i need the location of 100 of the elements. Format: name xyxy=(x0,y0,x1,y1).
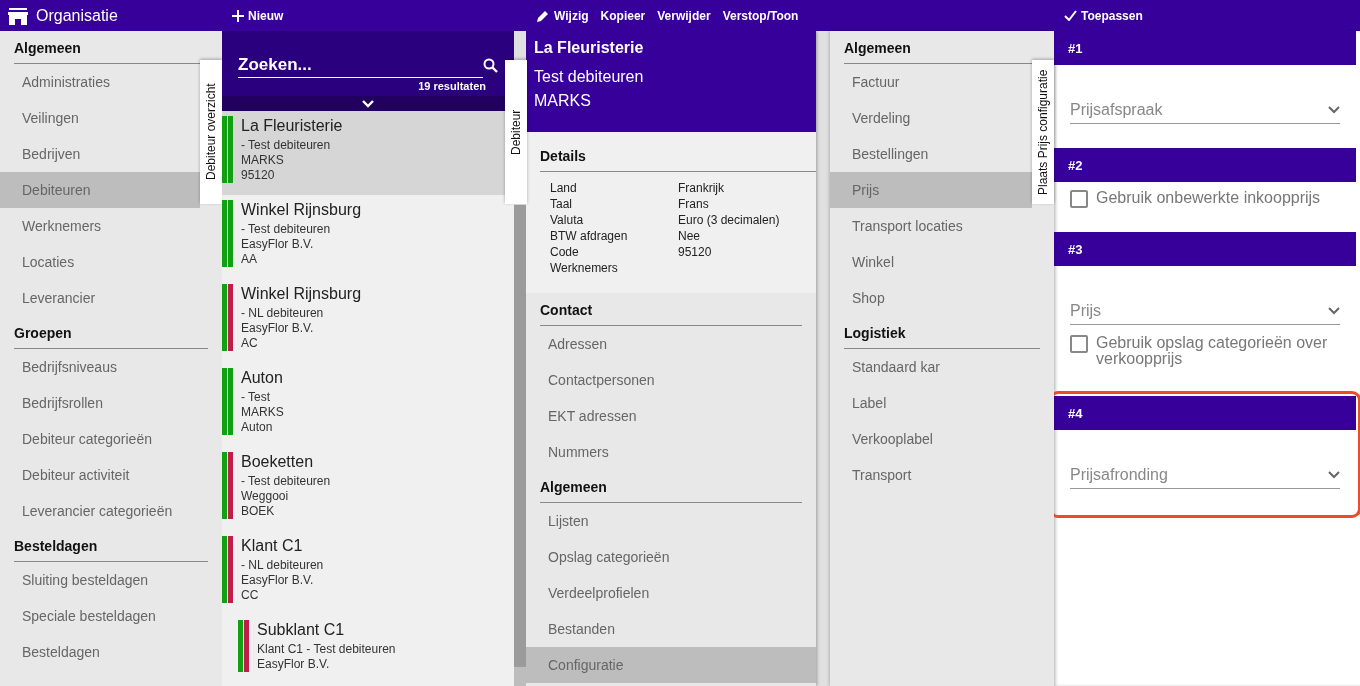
nav-item[interactable]: Configuratie xyxy=(526,647,816,683)
check-icon xyxy=(1064,10,1077,21)
debtor-item[interactable]: Winkel Rijnsburg - Test debiteuren EasyFlor B.V. AA xyxy=(222,195,505,279)
field-value: Euro (3 decimalen) xyxy=(678,212,781,228)
debtor-item[interactable]: Boeketten - Test debiteuren Weggooi BOEK xyxy=(222,447,505,531)
debtor-detail: EasyFlor B.V. xyxy=(241,321,315,336)
chevron-down-icon[interactable] xyxy=(362,99,374,108)
store-icon xyxy=(8,6,28,25)
nav-item[interactable]: Leverancier xyxy=(0,280,200,316)
nav-item[interactable]: Werknemers xyxy=(0,208,200,244)
nav-item[interactable]: Leverancier categorieën xyxy=(0,493,200,529)
nav-item[interactable]: Transport locaties xyxy=(830,208,1032,244)
nav-item[interactable]: Bestellingen xyxy=(830,136,1032,172)
nav-item[interactable]: Shop xyxy=(830,280,1032,316)
section-heading: Groepen xyxy=(14,316,208,349)
checkbox-label: Gebruik onbewerkte inkoopprijs xyxy=(1096,190,1321,206)
section-heading: Logistiek xyxy=(844,316,1040,349)
field-label: Land xyxy=(550,180,578,196)
section-heading: Algemeen xyxy=(540,470,802,503)
nav-item[interactable]: Verdeling xyxy=(830,100,1032,136)
debtor-detail: MARKS xyxy=(241,153,285,168)
field-label: BTW afdragen xyxy=(550,228,629,244)
search-bar[interactable]: Zoeken... 19 resultaten xyxy=(222,31,514,96)
side-tab[interactable]: Debiteur overzicht xyxy=(200,60,222,204)
nav-item[interactable]: Bedrijfsrollen xyxy=(0,385,200,421)
select-field[interactable]: Prijsafspraak xyxy=(1070,97,1340,124)
nav-item[interactable]: Bedrijven xyxy=(0,136,200,172)
toolbar-button[interactable]: Toepassen xyxy=(1064,8,1143,23)
toolbar-button[interactable]: Verwijder xyxy=(657,8,711,23)
nav-item[interactable]: Nummers xyxy=(526,434,816,470)
debtor-name: Auton xyxy=(241,368,284,388)
nav-item[interactable]: Factuur xyxy=(830,64,1032,100)
toolbar-button[interactable]: Kopieer xyxy=(600,8,646,23)
nav-item[interactable]: Bestanden xyxy=(526,611,816,647)
field-value: Frankrijk xyxy=(678,180,725,196)
detail-subtitle: MARKS xyxy=(534,91,592,111)
nav-item[interactable]: Contactpersonen xyxy=(526,362,816,398)
detail-title: La Fleuristerie xyxy=(534,39,645,57)
select-field[interactable]: Prijs xyxy=(1070,298,1340,325)
debtor-detail: Weggooi xyxy=(241,489,290,504)
debtor-item[interactable]: Winkel Rijnsburg - NL debiteuren EasyFlor B.V. AC xyxy=(222,279,505,363)
nav-item[interactable]: Administraties xyxy=(0,64,200,100)
nav-item[interactable]: Debiteur categorieën xyxy=(0,421,200,457)
debtor-item[interactable]: Klant C1 - NL debiteuren EasyFlor B.V. CC xyxy=(222,531,505,615)
nav-item[interactable]: Transport xyxy=(830,457,1032,493)
side-tab[interactable]: Plaats Prijs configuratie xyxy=(1032,60,1054,204)
nav-item[interactable]: Opslag categorieën xyxy=(526,539,816,575)
nav-item[interactable]: Standaard kar xyxy=(830,349,1032,385)
debtor-item[interactable]: La Fleuristerie - Test debiteuren MARKS 95120 xyxy=(222,111,505,195)
debtor-name: Boeketten xyxy=(241,452,315,472)
toolbar-button[interactable]: Nieuw xyxy=(232,8,284,23)
nav-item[interactable]: Speciale besteldagen xyxy=(0,598,200,634)
nav-item[interactable]: Debiteur activiteit xyxy=(0,457,200,493)
debtor-detail: - Test debiteuren xyxy=(241,138,332,153)
nav-item[interactable]: Debiteuren xyxy=(0,172,200,208)
detail-subtitle: Test debiteuren xyxy=(534,67,645,87)
toolbar-button[interactable]: Wijzig xyxy=(536,8,589,23)
nav-item[interactable]: Prijs xyxy=(830,172,1032,208)
search-field[interactable]: Zoeken... xyxy=(238,53,483,78)
nav-item[interactable]: Lijsten xyxy=(526,503,816,539)
nav-item[interactable]: Besteldagen xyxy=(0,634,200,670)
nav-item[interactable]: Verdeelprofielen xyxy=(526,575,816,611)
result-count: 19 resultaten xyxy=(417,79,487,92)
scrollbar[interactable] xyxy=(514,205,526,686)
debtor-detail: Klant C1 - Test debiteuren xyxy=(257,642,396,657)
section-heading: Contact xyxy=(540,293,802,326)
nav-item[interactable]: Verkooplabel xyxy=(830,421,1032,457)
debtor-detail: EasyFlor B.V. xyxy=(257,657,331,672)
debtor-name: Subklant C1 xyxy=(257,620,346,640)
side-tab[interactable]: Debiteur xyxy=(505,60,527,204)
chevron-down-icon xyxy=(1328,106,1340,114)
field-value: Frans xyxy=(678,196,710,212)
debtor-name: La Fleuristerie xyxy=(241,116,343,136)
debtor-detail: - NL debiteuren xyxy=(241,558,324,573)
field-label: Code xyxy=(550,244,580,260)
step-heading: #3 xyxy=(1054,232,1356,266)
checkbox[interactable] xyxy=(1070,190,1088,208)
select-field[interactable]: Prijsafronding xyxy=(1070,462,1340,489)
debtor-detail: MARKS xyxy=(241,405,284,420)
toolbar-button[interactable]: Verstop/Toon xyxy=(722,8,799,23)
checkbox-label: Gebruik opslag categorieën over verkoopprijs xyxy=(1096,335,1329,367)
field-label: Werknemers xyxy=(550,260,619,276)
debtor-item[interactable]: Auton - Test MARKS Auton xyxy=(222,363,505,447)
nav-item[interactable]: Adressen xyxy=(526,326,816,362)
debtor-detail: - Test debiteuren xyxy=(241,474,331,489)
nav-item[interactable]: Winkel xyxy=(830,244,1032,280)
checkbox[interactable] xyxy=(1070,335,1088,353)
debtor-item[interactable]: Subklant C1 Klant C1 - Test debiteuren EasyFlor B.V. xyxy=(238,615,505,684)
nav-item[interactable]: EKT adressen xyxy=(526,398,816,434)
debtor-detail: - NL debiteuren xyxy=(241,306,325,321)
nav-item[interactable]: Veilingen xyxy=(0,100,200,136)
nav-item[interactable]: Label xyxy=(830,385,1032,421)
debtor-detail: EasyFlor B.V. xyxy=(241,573,315,588)
debtor-name: Winkel Rijnsburg xyxy=(241,200,362,220)
nav-item[interactable]: Locaties xyxy=(0,244,200,280)
debtor-name: Winkel Rijnsburg xyxy=(241,284,362,304)
field-value: 95120 xyxy=(678,244,713,260)
nav-item[interactable]: Bedrijfsniveaus xyxy=(0,349,200,385)
debtor-detail: CC xyxy=(241,588,260,603)
nav-item[interactable]: Sluiting besteldagen xyxy=(0,562,200,598)
